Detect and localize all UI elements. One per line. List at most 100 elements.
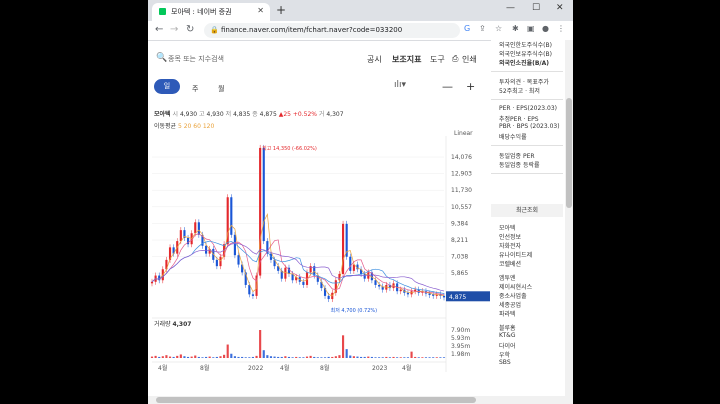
search-input[interactable]: 종목 또는 지수검색	[168, 54, 224, 64]
close-window-button[interactable]: ✕	[556, 3, 564, 13]
candle-body	[194, 222, 197, 234]
recent-item[interactable]: 파라텍	[499, 309, 516, 318]
recent-item[interactable]: KT&G	[499, 332, 515, 339]
print-button[interactable]: 인쇄	[462, 54, 477, 65]
candle-body	[302, 281, 305, 285]
volume-bar	[410, 351, 413, 358]
volume-bar	[201, 357, 204, 358]
new-tab-button[interactable]: +	[276, 3, 286, 17]
volume-bar	[233, 356, 236, 358]
x-tick-label: 8월	[320, 364, 329, 372]
volume-bar	[208, 356, 211, 358]
volume-bar	[205, 356, 208, 358]
indicator-button[interactable]: 보조지표	[392, 54, 421, 65]
volume-bar	[154, 355, 157, 358]
volume-bar	[302, 357, 305, 358]
volume-bar	[186, 356, 190, 358]
volume-bar	[424, 357, 428, 358]
y-tick-label: 10,557	[451, 204, 472, 211]
volume-bar	[316, 357, 319, 358]
lock-icon: 🔒	[210, 26, 219, 34]
volume-bar	[305, 356, 309, 358]
recent-item[interactable]: 우학	[499, 350, 510, 359]
vertical-scrollbar[interactable]	[565, 40, 573, 404]
sidepanel-icon[interactable]: ▣	[527, 24, 535, 33]
forward-icon[interactable]: →	[170, 24, 178, 35]
volume-bar	[168, 356, 172, 358]
maximize-button[interactable]: ☐	[532, 3, 540, 13]
x-tick-label: 2023	[372, 365, 387, 372]
profile-avatar-icon[interactable]: ●	[542, 24, 549, 33]
zoom-in-button[interactable]: +	[466, 80, 475, 93]
y-tick-label: 8,211	[451, 237, 468, 244]
volume-bar	[327, 356, 330, 358]
tools-button[interactable]: 도구	[430, 54, 445, 65]
recent-item[interactable]: 다이어	[499, 341, 516, 350]
recent-item[interactable]: 세종공업	[499, 300, 521, 309]
current-price-label: 4,875	[449, 294, 466, 301]
volume-bar	[277, 356, 280, 358]
volume-bar	[417, 357, 420, 358]
candle-body	[197, 222, 200, 235]
y-tick-label: 9,384	[451, 220, 468, 227]
period-month-tab[interactable]: 월	[218, 84, 224, 94]
vertical-scroll-thumb[interactable]	[566, 98, 572, 208]
volume-bar	[439, 357, 442, 358]
volume-bar	[367, 356, 370, 358]
volume-bar	[226, 344, 229, 358]
valuation-info-item: 배당수익률	[499, 134, 527, 141]
period-week-tab[interactable]: 주	[192, 84, 198, 94]
recent-item[interactable]: 자화전자	[499, 241, 521, 250]
horizontal-scrollbar[interactable]	[148, 396, 565, 404]
back-icon[interactable]: ←	[155, 24, 163, 35]
tab-close-icon[interactable]: ✕	[257, 6, 264, 15]
volume-bar	[176, 355, 179, 358]
valuation-info-item: 추정PER · EPS	[499, 116, 539, 123]
print-icon[interactable]: ⎙	[452, 54, 458, 64]
panel-divider	[491, 99, 563, 100]
recent-item[interactable]: SBS	[499, 359, 511, 366]
bookmark-star-icon[interactable]: ☆	[495, 24, 502, 33]
volume-bar	[212, 357, 215, 358]
price-chart[interactable]: 모아텍 시 4,930 고 4,930 저 4,835 종 4,875 ▲25 …	[148, 96, 491, 404]
recent-item[interactable]: 중소사업출	[499, 291, 527, 300]
url-text: finance.naver.com/item/fchart.naver?code…	[221, 26, 403, 34]
recent-item[interactable]: 모아텍	[499, 223, 516, 232]
recent-item[interactable]: 제이씨현시스	[499, 282, 532, 291]
horizontal-scroll-thumb[interactable]	[156, 397, 476, 403]
volume-bar	[219, 356, 222, 358]
chart-type-icon[interactable]: ılı▾	[394, 80, 406, 90]
volume-tick-label: 1.98m	[451, 351, 470, 358]
recent-item[interactable]: 코렐베션	[499, 259, 521, 268]
volume-bar	[356, 356, 359, 358]
share-icon[interactable]: ⇪	[479, 24, 486, 33]
volume-bar	[251, 356, 255, 358]
recent-item[interactable]: 엠투엔	[499, 273, 516, 282]
reload-icon[interactable]: ↻	[186, 24, 194, 35]
recent-item[interactable]: 블루홈	[499, 323, 516, 332]
disclosure-button[interactable]: 공시	[367, 54, 382, 65]
browser-tab[interactable]: 모아텍 : 네이버 증권 ✕	[152, 3, 270, 21]
candle-body	[363, 273, 366, 279]
recent-item[interactable]: 유나이티드제	[499, 250, 532, 259]
zoom-out-button[interactable]: —	[442, 80, 453, 93]
min-price-annotation: 최저 4,700 (0.72%)	[331, 307, 378, 314]
candle-body	[442, 295, 446, 298]
ma20-line	[151, 233, 445, 296]
x-tick-label: 4월	[158, 364, 167, 372]
minimize-button[interactable]: —	[506, 3, 515, 13]
menu-icon[interactable]: ⋮	[557, 24, 565, 33]
period-day-tab[interactable]: 일	[154, 79, 180, 94]
volume-bar	[345, 349, 348, 358]
extensions-icon[interactable]: ✱	[512, 24, 519, 33]
volume-bar	[313, 356, 316, 358]
volume-bar	[403, 357, 406, 358]
recent-item[interactable]: 인선정보	[499, 232, 521, 241]
search-icon[interactable]: 🔍	[156, 53, 167, 63]
volume-tick-label: 3.95m	[451, 343, 470, 350]
candle-body	[259, 147, 262, 276]
url-field[interactable]: 🔒 finance.naver.com/item/fchart.naver?co…	[204, 23, 460, 38]
google-icon[interactable]: G	[464, 24, 470, 33]
volume-bar	[320, 357, 323, 358]
valuation-info-item: PER · EPS(2023.03)	[499, 105, 558, 112]
